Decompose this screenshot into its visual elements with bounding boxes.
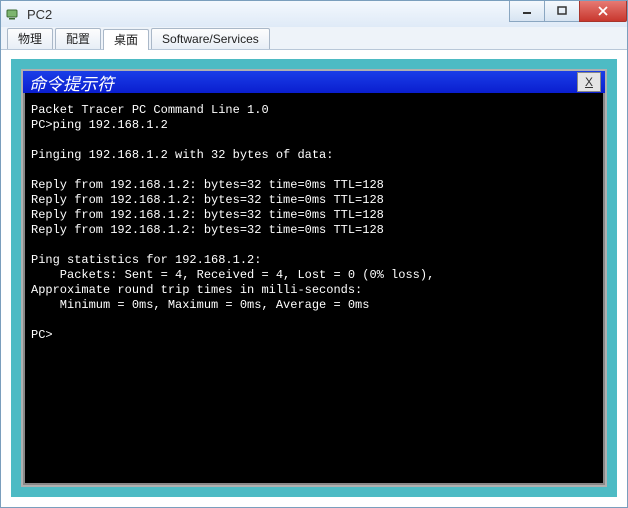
- desktop-pane: 命令提示符 X Packet Tracer PC Command Line 1.…: [11, 59, 617, 497]
- tab-software-services[interactable]: Software/Services: [151, 28, 270, 49]
- tabstrip: 物理 配置 桌面 Software/Services: [1, 27, 627, 50]
- content-area: 命令提示符 X Packet Tracer PC Command Line 1.…: [5, 53, 623, 503]
- titlebar: PC2: [1, 1, 627, 27]
- tab-config[interactable]: 配置: [55, 28, 101, 49]
- command-prompt-title: 命令提示符: [27, 70, 114, 95]
- tab-physical[interactable]: 物理: [7, 28, 53, 49]
- app-window: PC2 物理 配置 桌面 Software/Services 命令提示符 X: [0, 0, 628, 508]
- terminal-output[interactable]: Packet Tracer PC Command Line 1.0 PC>pin…: [23, 93, 605, 485]
- close-button[interactable]: [579, 1, 627, 22]
- command-prompt-titlebar: 命令提示符 X: [23, 71, 605, 93]
- maximize-button[interactable]: [544, 1, 580, 22]
- tab-desktop[interactable]: 桌面: [103, 29, 149, 50]
- minimize-button[interactable]: [509, 1, 545, 22]
- command-prompt-window: 命令提示符 X Packet Tracer PC Command Line 1.…: [21, 69, 607, 487]
- app-icon: [5, 6, 21, 22]
- window-title: PC2: [27, 7, 52, 22]
- command-prompt-close-button[interactable]: X: [577, 72, 601, 92]
- window-controls: [510, 1, 627, 22]
